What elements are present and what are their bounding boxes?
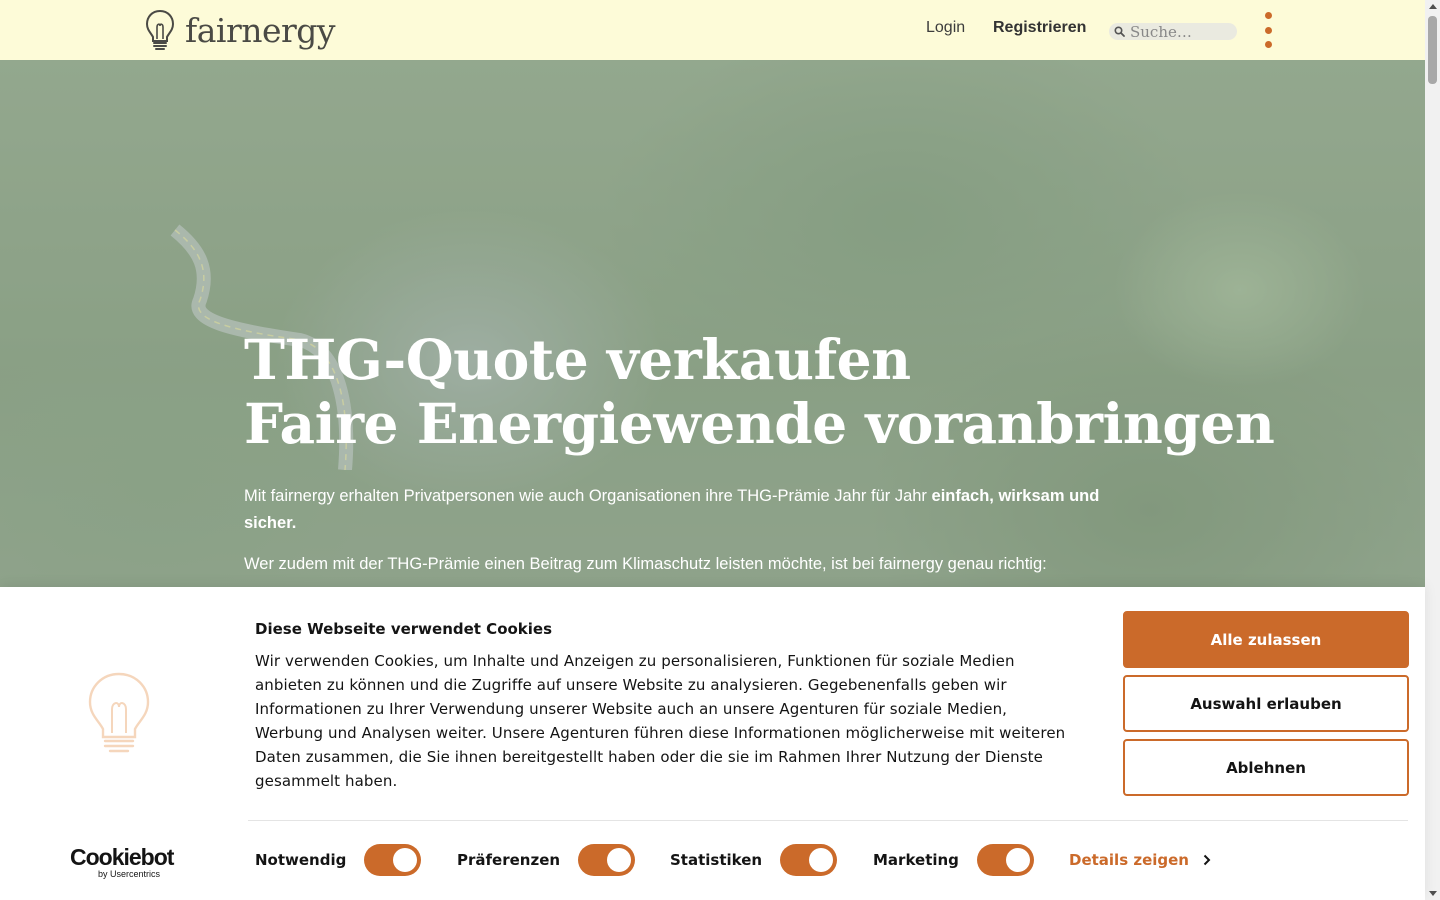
lightbulb-icon: [145, 9, 175, 50]
toggle-label: Statistiken: [670, 851, 763, 869]
hero-title: THG-Quote verkaufen Faire Energiewende v…: [244, 327, 1275, 456]
toggle-necessary: Notwendig: [255, 843, 422, 877]
statistics-toggle[interactable]: [780, 844, 838, 876]
logo[interactable]: fairnergy: [145, 8, 336, 52]
hero-title-line1: THG-Quote verkaufen: [244, 327, 911, 392]
page-scrollbar[interactable]: [1425, 0, 1440, 900]
scroll-up-icon[interactable]: [1429, 4, 1437, 9]
login-link[interactable]: Login: [926, 19, 965, 37]
hero-secondary-text: Wer zudem mit der THG-Prämie einen Beitr…: [244, 555, 1047, 573]
marketing-toggle[interactable]: [976, 844, 1034, 876]
menu-kebab-icon[interactable]: [1262, 12, 1274, 48]
search-icon: [1114, 26, 1125, 37]
scroll-down-icon[interactable]: [1429, 891, 1437, 896]
preferences-toggle[interactable]: [578, 844, 636, 876]
cookiebot-logo[interactable]: Cookiebot by Usercentrics: [70, 845, 180, 879]
search-input[interactable]: [1130, 22, 1230, 41]
lightbulb-icon: [88, 672, 150, 753]
toggle-label: Präferenzen: [457, 851, 561, 869]
deny-button[interactable]: Ablehnen: [1123, 739, 1409, 796]
show-details-link[interactable]: Details zeigen: [1069, 851, 1211, 869]
cookie-banner: Cookiebot by Usercentrics Diese Webseite…: [0, 587, 1425, 900]
hero-intro-text: Mit fairnergy erhalten Privatpersonen wi…: [244, 483, 1114, 537]
scroll-thumb[interactable]: [1428, 16, 1437, 84]
allow-selection-button[interactable]: Auswahl erlauben: [1123, 675, 1409, 732]
logo-text: fairnergy: [185, 10, 336, 50]
hero-section: THG-Quote verkaufen Faire Energiewende v…: [0, 60, 1425, 587]
cookie-description: Wir verwenden Cookies, um Inhalte und An…: [255, 652, 1066, 790]
hero-intro-plain: Mit fairnergy erhalten Privatpersonen wi…: [244, 487, 932, 505]
toggle-label: Notwendig: [255, 851, 347, 869]
toggle-label: Marketing: [873, 851, 959, 869]
hero-title-line2: Faire Energiewende voranbringen: [244, 391, 1275, 456]
cookiebot-logo-sub: by Usercentrics: [98, 869, 161, 879]
toggle-marketing: Marketing: [873, 843, 1034, 877]
allow-all-button[interactable]: Alle zulassen: [1123, 611, 1409, 668]
search-box[interactable]: [1109, 22, 1237, 41]
site-header: fairnergy Login Registrieren: [0, 0, 1425, 60]
toggle-preferences: Präferenzen: [457, 843, 636, 877]
show-details-label: Details zeigen: [1069, 851, 1189, 869]
toggle-statistics: Statistiken: [670, 843, 838, 877]
chevron-right-icon: [1203, 854, 1211, 866]
cookiebot-logo-text: Cookiebot: [70, 844, 174, 870]
necessary-toggle[interactable]: [364, 844, 422, 876]
divider: [248, 820, 1408, 821]
cookie-title: Diese Webseite verwendet Cookies: [255, 620, 553, 638]
register-link[interactable]: Registrieren: [993, 19, 1086, 37]
